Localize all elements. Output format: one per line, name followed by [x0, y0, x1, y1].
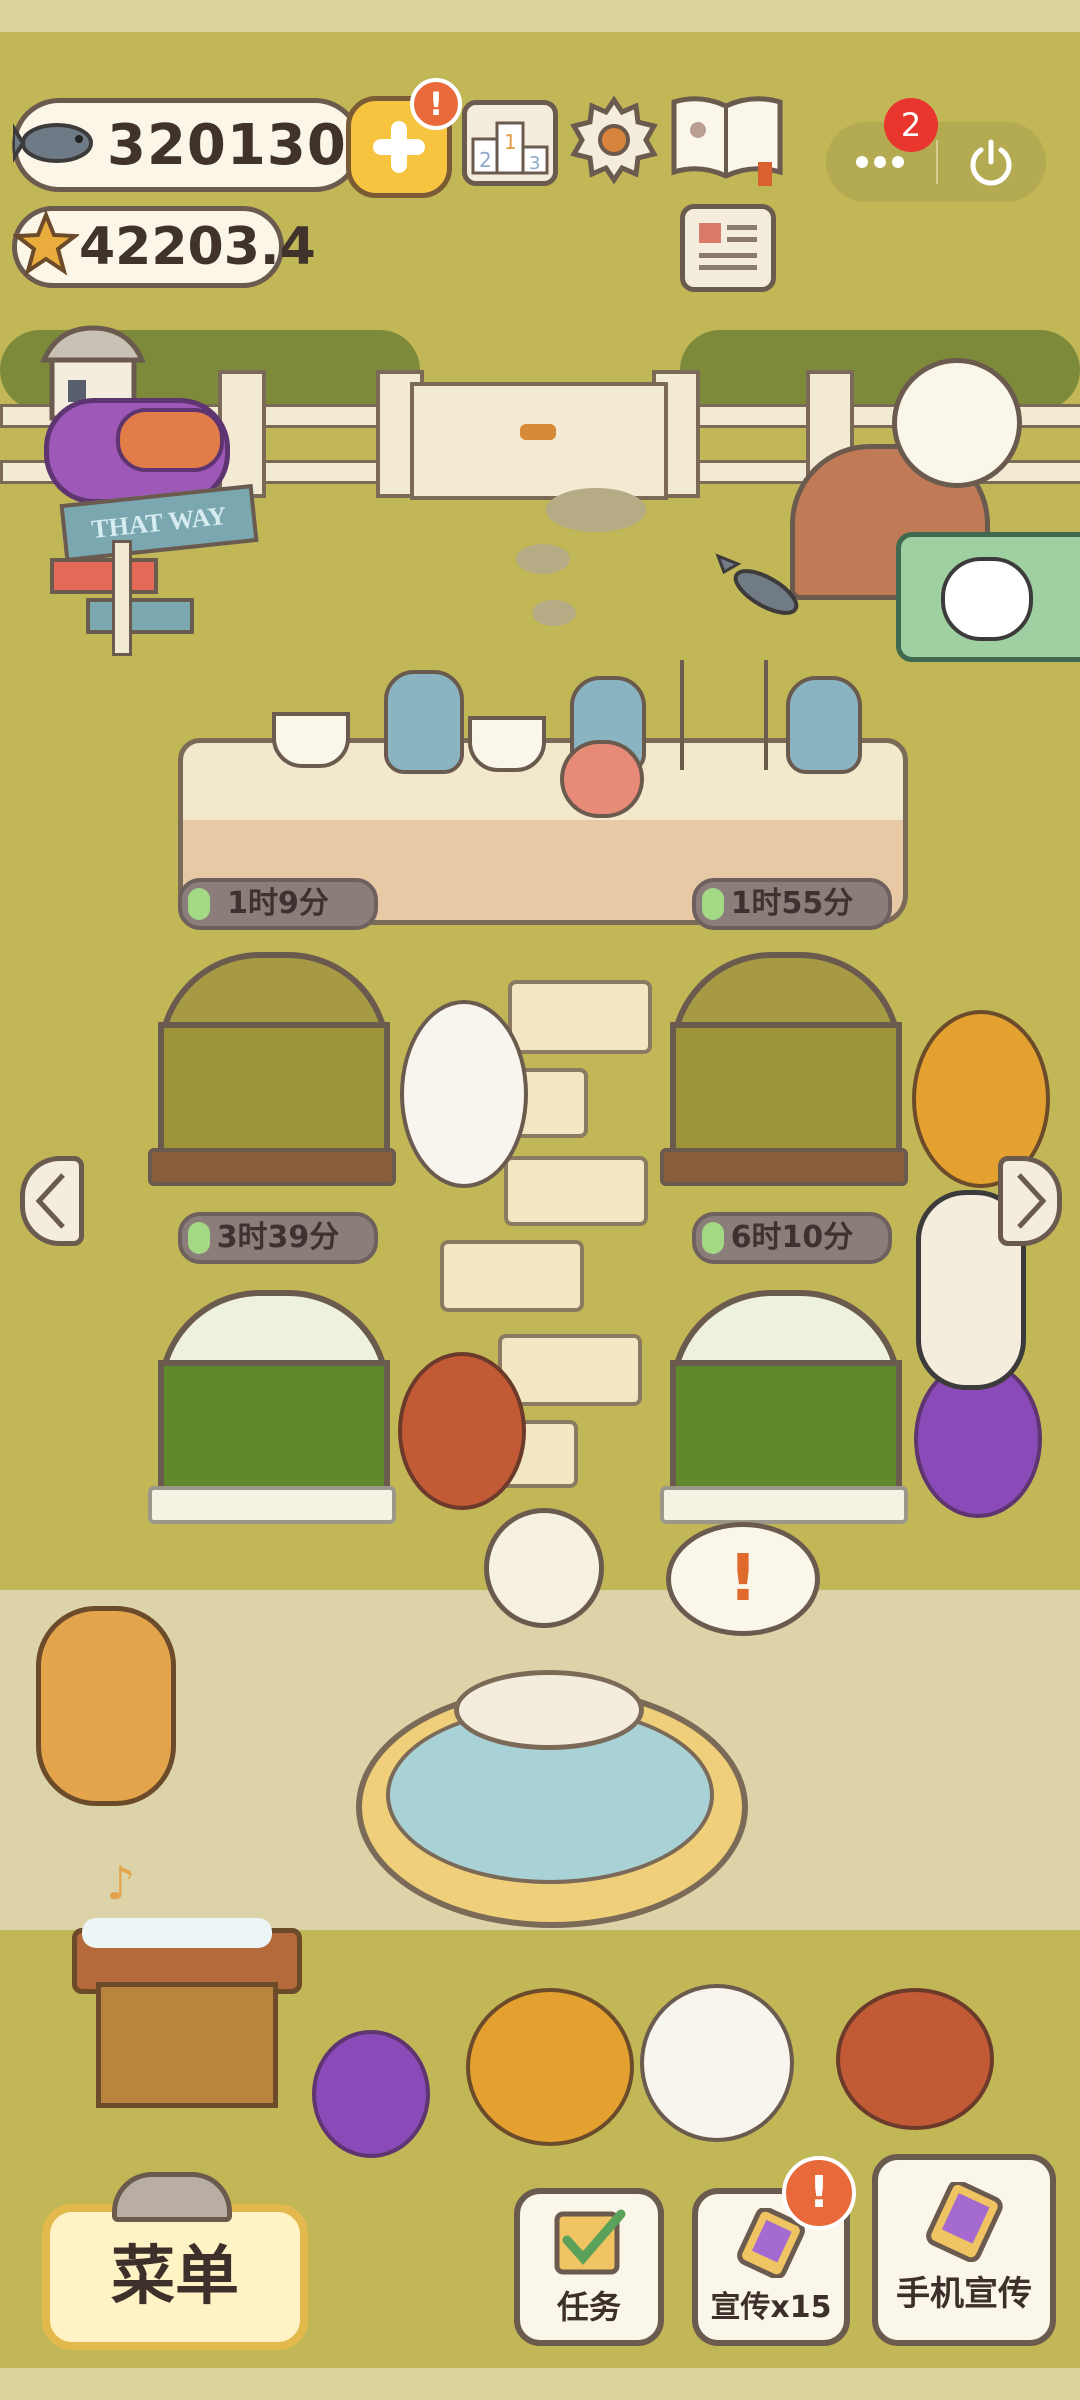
chef-cat[interactable] [892, 358, 1022, 488]
tasks-label: 任务 [556, 2288, 621, 2326]
menu-label: 菜单 [111, 2240, 239, 2314]
timer-planter-3: 3时39分 [178, 1212, 378, 1264]
menu-button[interactable]: 菜单 [42, 2204, 308, 2350]
greenhouse-2[interactable] [660, 952, 908, 1186]
cat-mouth [116, 408, 224, 472]
timer-planter-1: 1时9分 [178, 878, 378, 930]
guide-book-button[interactable] [668, 92, 786, 188]
greenhouse-1[interactable] [148, 952, 396, 1186]
music-note-icon: ♪ [106, 1856, 136, 1910]
tasks-button[interactable]: 任务 [514, 2188, 664, 2346]
arrow-left-icon [35, 1173, 65, 1229]
stepping-stone [546, 488, 646, 532]
promo-label: 宣传x15 [710, 2290, 832, 2325]
status-strip [0, 0, 1080, 32]
timer-planter-4: 6时10分 [692, 1212, 892, 1264]
orange-rose-flowers[interactable] [398, 1352, 526, 1510]
fountain-top-tier [454, 1670, 644, 1750]
vase [384, 670, 464, 774]
phone-icon [926, 2179, 1003, 2263]
clipboard-clip [112, 2172, 232, 2222]
settings-gear-icon [570, 95, 658, 185]
path-stone [504, 1156, 648, 1226]
signpost-arrow-red [50, 558, 158, 594]
power-icon[interactable] [966, 138, 1016, 188]
fish-icon[interactable] [714, 552, 814, 632]
white-lily-flowers[interactable] [400, 1000, 528, 1188]
vase [786, 676, 862, 774]
arrow-right-icon [1017, 1173, 1047, 1229]
fish-icon [13, 123, 93, 163]
cat-visitors-tab[interactable] [896, 532, 1080, 662]
fish-currency-counter: 32013058 [12, 98, 426, 192]
book-icon [671, 96, 783, 186]
phone-promo-label: 手机宣传 [896, 2274, 1032, 2314]
settings-button[interactable] [568, 94, 660, 186]
ranking-button[interactable]: 2 1 3 [462, 100, 558, 186]
bottom-strip [0, 2368, 1080, 2400]
gate-latch [520, 424, 556, 440]
purple-flowers-bottom[interactable] [312, 2030, 430, 2158]
svg-text:1: 1 [504, 130, 517, 154]
orange-rose-flowers-bottom[interactable] [836, 1988, 994, 2130]
star-icon [13, 211, 79, 276]
speech-bubble-text: ! [728, 1542, 758, 1616]
path-stone [508, 980, 652, 1054]
notification-badge: 2 [884, 98, 938, 152]
svg-text:3: 3 [529, 153, 540, 174]
tiger-cat-visitor[interactable] [36, 1606, 176, 1806]
news-button[interactable] [680, 204, 776, 292]
timer-text: 1时9分 [227, 886, 329, 921]
timer-planter-2: 1时55分 [692, 878, 892, 930]
cat-face-icon [941, 557, 1033, 641]
greenhouse-4[interactable] [660, 1290, 908, 1524]
donation-shrine[interactable] [72, 1918, 302, 2118]
path-stone [440, 1240, 584, 1312]
star-currency-counter: 42203.4 [12, 206, 316, 288]
newspaper-icon [699, 223, 757, 270]
teapot [560, 740, 644, 818]
clipboard-check-icon [554, 2209, 626, 2275]
promo-alert: ! [782, 2156, 856, 2230]
teacup [468, 716, 546, 772]
garden-gate[interactable] [410, 382, 668, 500]
white-lily-flowers-bottom[interactable] [640, 1984, 794, 2142]
teacup [272, 712, 350, 768]
scroll-left-button[interactable] [20, 1156, 84, 1246]
fountain-cat[interactable] [484, 1508, 604, 1628]
stepping-stone [532, 600, 576, 626]
scroll-right-button[interactable] [998, 1156, 1062, 1246]
greenhouse-3[interactable] [148, 1290, 396, 1524]
timer-text: 3时39分 [216, 1220, 340, 1255]
svg-text:2: 2 [479, 148, 492, 172]
timer-text: 1时55分 [730, 886, 854, 921]
cake-stand [680, 660, 768, 770]
sunflower-flowers-bottom[interactable] [466, 1988, 634, 2146]
star-count: 42203.4 [79, 217, 316, 277]
signpost-arrow-blue [86, 598, 194, 634]
hedge-right [680, 330, 1080, 410]
signpost-pole [112, 540, 132, 656]
speech-bubble[interactable]: ! [666, 1522, 820, 1636]
add-currency-alert: ! [410, 78, 462, 130]
stepping-stone [516, 544, 570, 574]
phone-promo-button[interactable]: 手机宣传 [872, 2154, 1056, 2346]
timer-text: 6时10分 [730, 1220, 854, 1255]
path-stone [498, 1334, 642, 1406]
ranking-icon: 2 1 3 [471, 121, 549, 175]
